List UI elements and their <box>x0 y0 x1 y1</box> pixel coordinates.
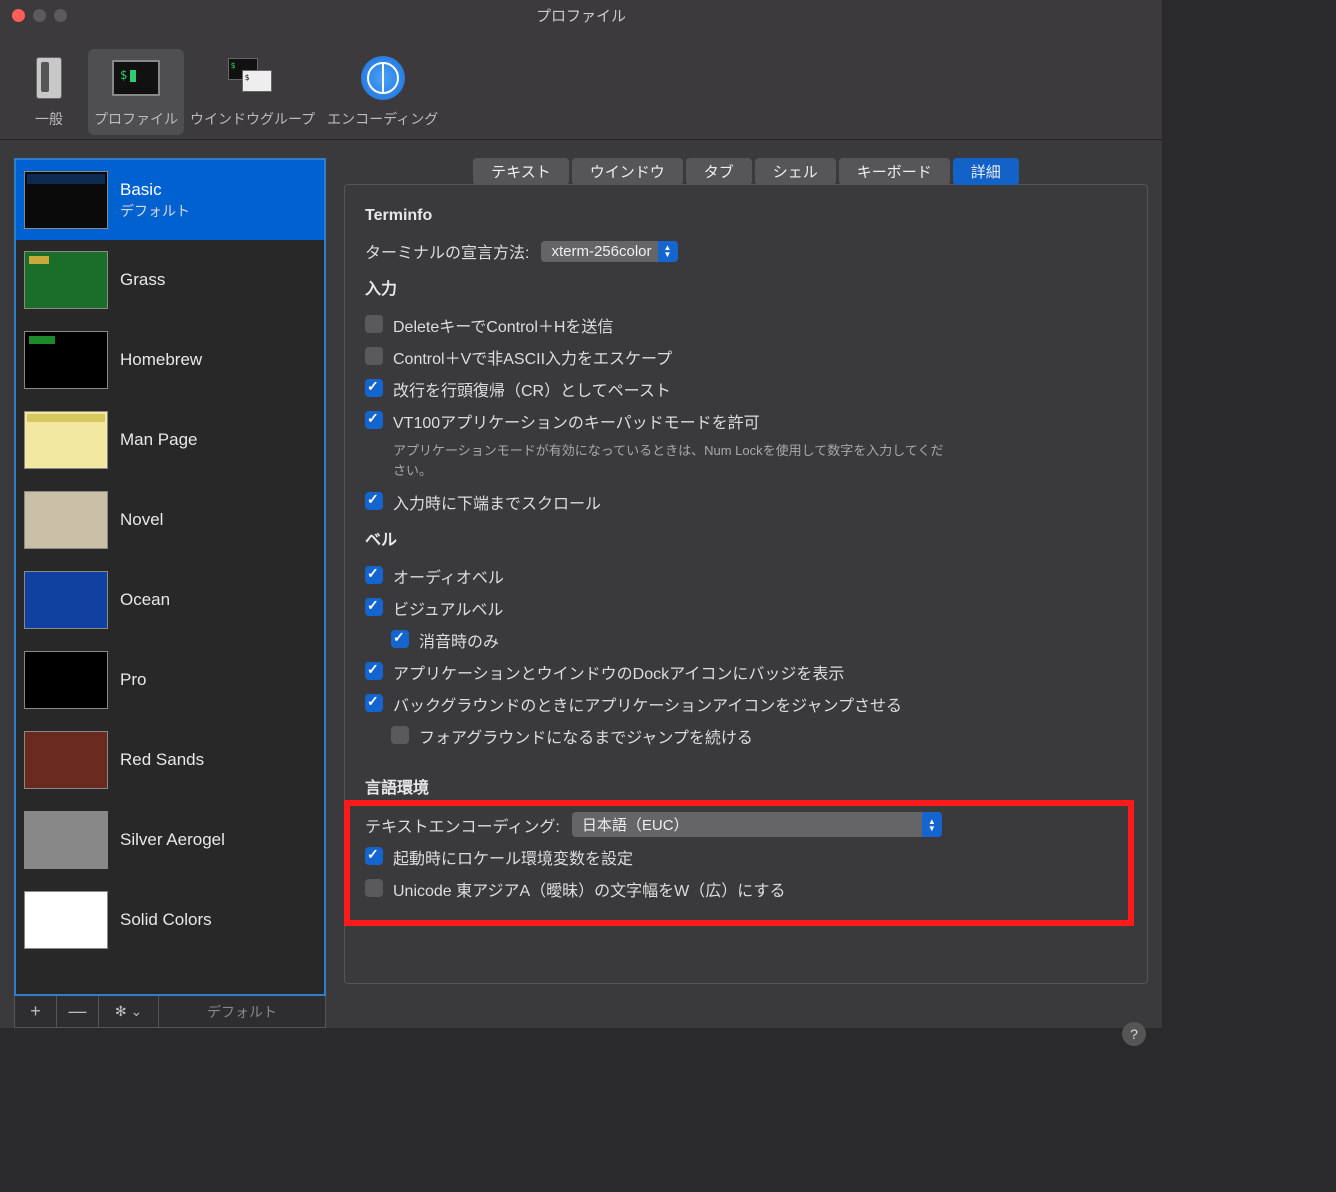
window-group-icon <box>228 58 278 98</box>
vt100-hint: アプリケーションモードが有効になっているときは、Num Lockを使用して数字を… <box>393 441 953 480</box>
paste-cr-row[interactable]: 改行を行頭復帰（CR）としてペースト <box>365 377 1127 401</box>
bell-heading: ベル <box>365 526 1127 550</box>
delete-ch-row[interactable]: DeleteキーでControl＋Hを送信 <box>365 313 1127 337</box>
updown-icon: ▲▼ <box>658 241 678 262</box>
body: BasicデフォルトGrassHomebrewMan PageNovelOcea… <box>0 140 1162 1028</box>
profile-row[interactable]: Homebrew <box>16 320 324 400</box>
checkbox[interactable] <box>365 379 383 397</box>
visual-bell-row[interactable]: ビジュアルベル <box>365 596 1127 620</box>
profile-thumbnail <box>24 811 108 869</box>
ctrlv-row[interactable]: Control＋Vで非ASCII入力をエスケープ <box>365 345 1127 369</box>
profile-name: Red Sands <box>120 749 204 771</box>
terminal-icon <box>112 60 160 96</box>
globe-icon <box>361 56 405 100</box>
tabbar: テキストウインドウタブシェルキーボード詳細 <box>344 158 1148 185</box>
window-title: プロファイル <box>0 5 1162 26</box>
profile-row[interactable]: Novel <box>16 480 324 560</box>
profile-thumbnail <box>24 651 108 709</box>
profile-row[interactable]: Man Page <box>16 400 324 480</box>
dock-badge-row[interactable]: アプリケーションとウインドウのDockアイコンにバッジを表示 <box>365 660 1127 684</box>
profile-row[interactable]: Pro <box>16 640 324 720</box>
titlebar: プロファイル <box>0 0 1162 30</box>
profile-name: Basic <box>120 179 190 201</box>
gear-icon: ✻ <box>115 1003 127 1020</box>
profile-name: Homebrew <box>120 349 202 371</box>
profile-thumbnail <box>24 571 108 629</box>
profile-name: Ocean <box>120 589 170 611</box>
checkbox[interactable] <box>365 566 383 584</box>
checkbox[interactable] <box>365 315 383 333</box>
profile-thumbnail <box>24 891 108 949</box>
profile-row[interactable]: Solid Colors <box>16 880 324 960</box>
preferences-window: プロファイル 一般 プロファイル ウインドウグループ エンコーディング Basi… <box>0 0 1162 1028</box>
terminfo-heading: Terminfo <box>365 207 1127 225</box>
checkbox[interactable] <box>365 492 383 510</box>
add-button[interactable]: + <box>15 996 57 1027</box>
chevron-down-icon: ⌄ <box>130 1003 142 1020</box>
minimize-icon[interactable] <box>33 9 46 22</box>
tab-ウインドウ[interactable]: ウインドウ <box>572 158 683 185</box>
tab-タブ[interactable]: タブ <box>686 158 752 185</box>
remove-button[interactable]: — <box>57 996 99 1027</box>
declare-label: ターミナルの宣言方法: <box>365 239 529 263</box>
profile-row[interactable]: Red Sands <box>16 720 324 800</box>
tab-シェル[interactable]: シェル <box>755 158 836 185</box>
tab-テキスト[interactable]: テキスト <box>473 158 569 185</box>
profile-subtitle: デフォルト <box>120 201 190 221</box>
toolbar-encoding[interactable]: エンコーディング <box>321 49 444 135</box>
profile-thumbnail <box>24 251 108 309</box>
declare-select[interactable]: xterm-256color ▲▼ <box>541 241 677 262</box>
profile-name: Silver Aerogel <box>120 829 225 851</box>
toolbar-window-groups[interactable]: ウインドウグループ <box>184 49 321 135</box>
checkbox[interactable] <box>365 411 383 429</box>
profile-sidebar: BasicデフォルトGrassHomebrewMan PageNovelOcea… <box>14 158 326 1028</box>
bounce-fg-row[interactable]: フォアグラウンドになるまでジャンプを続ける <box>391 724 1127 748</box>
profile-thumbnail <box>24 411 108 469</box>
bg-bounce-row[interactable]: バックグラウンドのときにアプリケーションアイコンをジャンプさせる <box>365 692 1127 716</box>
tab-詳細[interactable]: 詳細 <box>953 158 1019 185</box>
pref-toolbar: 一般 プロファイル ウインドウグループ エンコーディング <box>0 30 1162 140</box>
profile-row[interactable]: Grass <box>16 240 324 320</box>
profile-name: Pro <box>120 669 146 691</box>
profile-name: Man Page <box>120 429 198 451</box>
highlight-box <box>344 800 1134 926</box>
toolbar-profiles[interactable]: プロファイル <box>88 49 184 135</box>
vt100-row[interactable]: VT100アプリケーションのキーパッドモードを許可 <box>365 409 1127 433</box>
scroll-bottom-row[interactable]: 入力時に下端までスクロール <box>365 490 1127 514</box>
default-button[interactable]: デフォルト <box>159 996 325 1027</box>
checkbox[interactable] <box>365 662 383 680</box>
checkbox[interactable] <box>365 694 383 712</box>
profile-name: Novel <box>120 509 163 531</box>
sidebar-actions: + — ✻ ⌄ デフォルト <box>14 996 326 1028</box>
checkbox[interactable] <box>391 630 409 648</box>
checkbox[interactable] <box>365 598 383 616</box>
checkbox[interactable] <box>391 726 409 744</box>
mute-only-row[interactable]: 消音時のみ <box>391 628 1127 652</box>
profile-thumbnail <box>24 331 108 389</box>
profile-name: Grass <box>120 269 165 291</box>
profile-row[interactable]: Ocean <box>16 560 324 640</box>
window-controls <box>12 9 67 22</box>
locale-heading: 言語環境 <box>365 774 1127 798</box>
close-icon[interactable] <box>12 9 25 22</box>
switch-icon <box>36 57 62 99</box>
profile-name: Solid Colors <box>120 909 212 931</box>
toolbar-general[interactable]: 一般 <box>10 49 88 135</box>
tab-キーボード[interactable]: キーボード <box>839 158 950 185</box>
content: テキストウインドウタブシェルキーボード詳細 Terminfo ターミナルの宣言方… <box>344 158 1148 1028</box>
zoom-icon[interactable] <box>54 9 67 22</box>
profile-thumbnail <box>24 731 108 789</box>
profile-list[interactable]: Basicデフォルト Grass Homebrew Man Page Novel Ocea… <box>14 158 326 996</box>
audio-bell-row[interactable]: オーディオベル <box>365 564 1127 588</box>
profile-row[interactable]: Silver Aerogel <box>16 800 324 880</box>
input-heading: 入力 <box>365 275 1127 299</box>
profile-thumbnail <box>24 171 108 229</box>
help-button[interactable]: ? <box>1122 1022 1146 1046</box>
checkbox[interactable] <box>365 347 383 365</box>
profile-row[interactable]: Basicデフォルト <box>16 160 324 240</box>
action-menu-button[interactable]: ✻ ⌄ <box>99 996 159 1027</box>
profile-thumbnail <box>24 491 108 549</box>
declare-row: ターミナルの宣言方法: xterm-256color ▲▼ <box>365 239 1127 263</box>
